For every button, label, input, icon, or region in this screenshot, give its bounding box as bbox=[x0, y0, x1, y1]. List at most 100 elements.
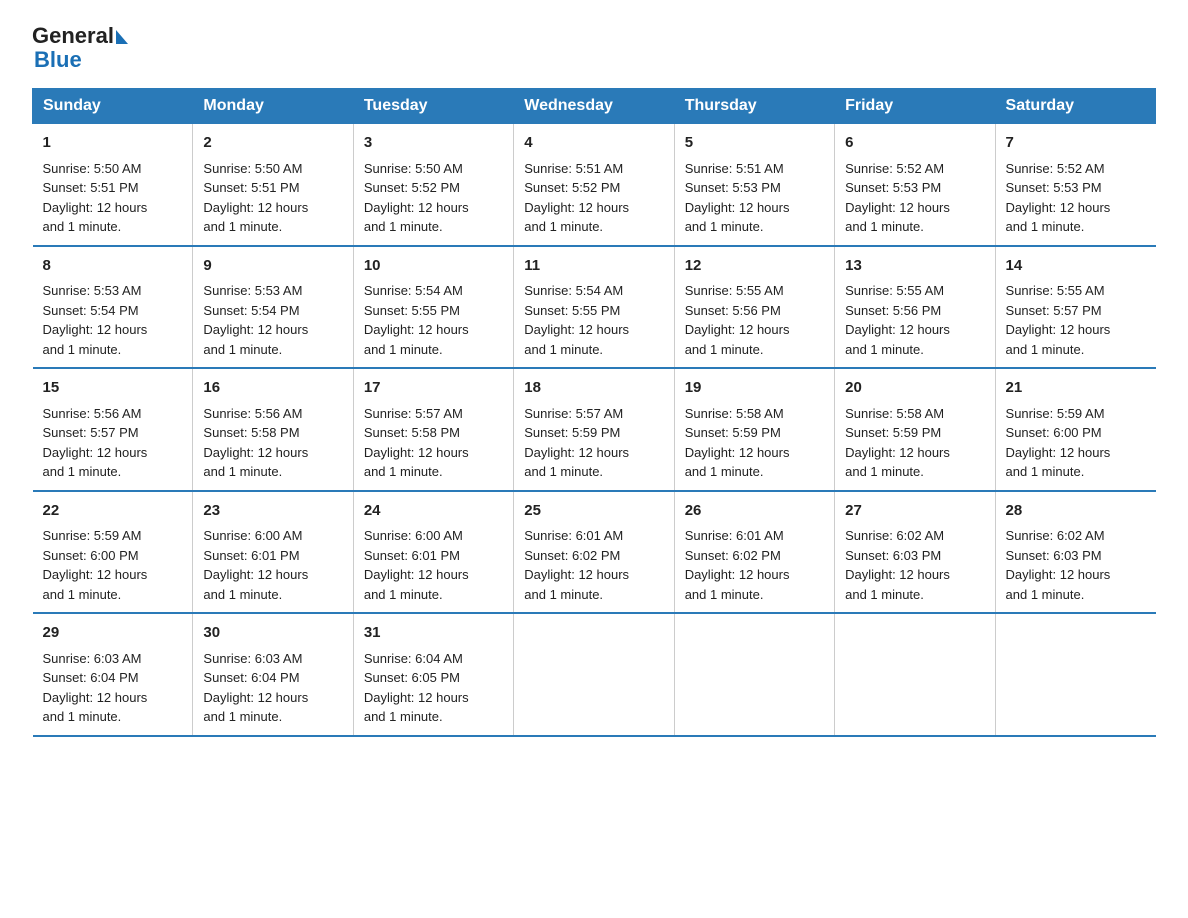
day-cell: 9Sunrise: 5:53 AMSunset: 5:54 PMDaylight… bbox=[193, 246, 353, 369]
day-info: Sunrise: 5:56 AMSunset: 5:58 PMDaylight:… bbox=[203, 406, 308, 480]
day-cell: 10Sunrise: 5:54 AMSunset: 5:55 PMDayligh… bbox=[353, 246, 513, 369]
header-day-monday: Monday bbox=[193, 89, 353, 124]
day-info: Sunrise: 5:54 AMSunset: 5:55 PMDaylight:… bbox=[524, 283, 629, 357]
day-info: Sunrise: 5:58 AMSunset: 5:59 PMDaylight:… bbox=[685, 406, 790, 480]
logo-triangle-icon bbox=[116, 30, 128, 44]
day-cell: 16Sunrise: 5:56 AMSunset: 5:58 PMDayligh… bbox=[193, 368, 353, 491]
day-cell: 23 Sunrise: 6:00 AMSunset: 6:01 PMDayligh… bbox=[193, 491, 353, 614]
day-number: 10 bbox=[364, 255, 503, 278]
day-info: Sunrise: 6:01 AMSunset: 6:02 PMDaylight:… bbox=[685, 528, 790, 602]
day-info: Sunrise: 5:58 AMSunset: 5:59 PMDaylight:… bbox=[845, 406, 950, 480]
day-cell: 6 Sunrise: 5:52 AMSunset: 5:53 PMDaylight… bbox=[835, 124, 995, 246]
day-number: 7 bbox=[1006, 132, 1146, 155]
day-number: 2 bbox=[203, 132, 342, 155]
calendar-header: SundayMondayTuesdayWednesdayThursdayFrid… bbox=[33, 89, 1156, 124]
header-day-saturday: Saturday bbox=[995, 89, 1155, 124]
day-info: Sunrise: 6:00 AMSunset: 6:01 PMDaylight:… bbox=[364, 528, 469, 602]
day-info: Sunrise: 5:59 AMSunset: 6:00 PMDaylight:… bbox=[43, 528, 148, 602]
logo: General Blue bbox=[32, 24, 128, 72]
day-cell: 19 Sunrise: 5:58 AMSunset: 5:59 PMDayligh… bbox=[674, 368, 834, 491]
day-cell: 8 Sunrise: 5:53 AMSunset: 5:54 PMDaylight… bbox=[33, 246, 193, 369]
day-info: Sunrise: 6:02 AMSunset: 6:03 PMDaylight:… bbox=[845, 528, 950, 602]
day-info: Sunrise: 6:02 AMSunset: 6:03 PMDaylight:… bbox=[1006, 528, 1111, 602]
day-number: 26 bbox=[685, 500, 824, 523]
day-cell: 22 Sunrise: 5:59 AMSunset: 6:00 PMDayligh… bbox=[33, 491, 193, 614]
day-info: Sunrise: 5:50 AMSunset: 5:51 PMDaylight:… bbox=[43, 161, 148, 235]
day-number: 31 bbox=[364, 622, 503, 645]
day-number: 14 bbox=[1006, 255, 1146, 278]
day-number: 18 bbox=[524, 377, 663, 400]
day-info: Sunrise: 6:04 AMSunset: 6:05 PMDaylight:… bbox=[364, 651, 469, 725]
day-number: 1 bbox=[43, 132, 183, 155]
day-cell: 18Sunrise: 5:57 AMSunset: 5:59 PMDayligh… bbox=[514, 368, 674, 491]
header-day-sunday: Sunday bbox=[33, 89, 193, 124]
day-info: Sunrise: 6:03 AMSunset: 6:04 PMDaylight:… bbox=[43, 651, 148, 725]
day-number: 9 bbox=[203, 255, 342, 278]
day-cell bbox=[674, 613, 834, 736]
day-number: 17 bbox=[364, 377, 503, 400]
day-number: 21 bbox=[1006, 377, 1146, 400]
day-info: Sunrise: 6:00 AMSunset: 6:01 PMDaylight:… bbox=[203, 528, 308, 602]
day-number: 12 bbox=[685, 255, 824, 278]
day-cell: 31 Sunrise: 6:04 AMSunset: 6:05 PMDayligh… bbox=[353, 613, 513, 736]
day-info: Sunrise: 5:55 AMSunset: 5:57 PMDaylight:… bbox=[1006, 283, 1111, 357]
logo-blue: Blue bbox=[34, 48, 128, 72]
day-cell: 28 Sunrise: 6:02 AMSunset: 6:03 PMDayligh… bbox=[995, 491, 1155, 614]
header-day-wednesday: Wednesday bbox=[514, 89, 674, 124]
day-info: Sunrise: 5:50 AMSunset: 5:52 PMDaylight:… bbox=[364, 161, 469, 235]
day-number: 5 bbox=[685, 132, 824, 155]
day-info: Sunrise: 5:57 AMSunset: 5:58 PMDaylight:… bbox=[364, 406, 469, 480]
day-number: 3 bbox=[364, 132, 503, 155]
day-cell: 21 Sunrise: 5:59 AMSunset: 6:00 PMDayligh… bbox=[995, 368, 1155, 491]
day-cell: 29 Sunrise: 6:03 AMSunset: 6:04 PMDayligh… bbox=[33, 613, 193, 736]
day-cell: 2 Sunrise: 5:50 AMSunset: 5:51 PMDaylight… bbox=[193, 124, 353, 246]
day-cell: 20Sunrise: 5:58 AMSunset: 5:59 PMDayligh… bbox=[835, 368, 995, 491]
day-number: 22 bbox=[43, 500, 183, 523]
day-cell: 27 Sunrise: 6:02 AMSunset: 6:03 PMDayligh… bbox=[835, 491, 995, 614]
day-number: 30 bbox=[203, 622, 342, 645]
day-info: Sunrise: 6:01 AMSunset: 6:02 PMDaylight:… bbox=[524, 528, 629, 602]
day-info: Sunrise: 5:59 AMSunset: 6:00 PMDaylight:… bbox=[1006, 406, 1111, 480]
day-info: Sunrise: 5:51 AMSunset: 5:52 PMDaylight:… bbox=[524, 161, 629, 235]
day-number: 28 bbox=[1006, 500, 1146, 523]
week-row-1: 1 Sunrise: 5:50 AMSunset: 5:51 PMDaylight… bbox=[33, 124, 1156, 246]
day-cell: 17 Sunrise: 5:57 AMSunset: 5:58 PMDayligh… bbox=[353, 368, 513, 491]
header-day-friday: Friday bbox=[835, 89, 995, 124]
day-cell: 30 Sunrise: 6:03 AMSunset: 6:04 PMDayligh… bbox=[193, 613, 353, 736]
week-row-4: 22 Sunrise: 5:59 AMSunset: 6:00 PMDayligh… bbox=[33, 491, 1156, 614]
day-cell: 25Sunrise: 6:01 AMSunset: 6:02 PMDayligh… bbox=[514, 491, 674, 614]
day-cell: 7 Sunrise: 5:52 AMSunset: 5:53 PMDaylight… bbox=[995, 124, 1155, 246]
day-info: Sunrise: 5:50 AMSunset: 5:51 PMDaylight:… bbox=[203, 161, 308, 235]
week-row-5: 29 Sunrise: 6:03 AMSunset: 6:04 PMDayligh… bbox=[33, 613, 1156, 736]
day-number: 29 bbox=[43, 622, 183, 645]
day-cell: 13 Sunrise: 5:55 AMSunset: 5:56 PMDayligh… bbox=[835, 246, 995, 369]
day-number: 19 bbox=[685, 377, 824, 400]
day-number: 23 bbox=[203, 500, 342, 523]
header-day-thursday: Thursday bbox=[674, 89, 834, 124]
day-number: 13 bbox=[845, 255, 984, 278]
day-number: 8 bbox=[43, 255, 183, 278]
day-number: 27 bbox=[845, 500, 984, 523]
day-info: Sunrise: 5:51 AMSunset: 5:53 PMDaylight:… bbox=[685, 161, 790, 235]
day-info: Sunrise: 6:03 AMSunset: 6:04 PMDaylight:… bbox=[203, 651, 308, 725]
calendar-body: 1 Sunrise: 5:50 AMSunset: 5:51 PMDaylight… bbox=[33, 124, 1156, 736]
day-cell bbox=[995, 613, 1155, 736]
week-row-3: 15Sunrise: 5:56 AMSunset: 5:57 PMDayligh… bbox=[33, 368, 1156, 491]
day-info: Sunrise: 5:55 AMSunset: 5:56 PMDaylight:… bbox=[845, 283, 950, 357]
day-number: 4 bbox=[524, 132, 663, 155]
day-info: Sunrise: 5:52 AMSunset: 5:53 PMDaylight:… bbox=[1006, 161, 1111, 235]
day-cell: 14 Sunrise: 5:55 AMSunset: 5:57 PMDayligh… bbox=[995, 246, 1155, 369]
day-cell: 1 Sunrise: 5:50 AMSunset: 5:51 PMDaylight… bbox=[33, 124, 193, 246]
day-number: 15 bbox=[43, 377, 183, 400]
day-number: 6 bbox=[845, 132, 984, 155]
calendar-table: SundayMondayTuesdayWednesdayThursdayFrid… bbox=[32, 88, 1156, 737]
day-cell: 15Sunrise: 5:56 AMSunset: 5:57 PMDayligh… bbox=[33, 368, 193, 491]
day-cell: 24Sunrise: 6:00 AMSunset: 6:01 PMDayligh… bbox=[353, 491, 513, 614]
day-cell: 4 Sunrise: 5:51 AMSunset: 5:52 PMDaylight… bbox=[514, 124, 674, 246]
day-cell: 3 Sunrise: 5:50 AMSunset: 5:52 PMDaylight… bbox=[353, 124, 513, 246]
day-info: Sunrise: 5:55 AMSunset: 5:56 PMDaylight:… bbox=[685, 283, 790, 357]
week-row-2: 8 Sunrise: 5:53 AMSunset: 5:54 PMDaylight… bbox=[33, 246, 1156, 369]
day-info: Sunrise: 5:52 AMSunset: 5:53 PMDaylight:… bbox=[845, 161, 950, 235]
day-info: Sunrise: 5:53 AMSunset: 5:54 PMDaylight:… bbox=[43, 283, 148, 357]
logo-general: General bbox=[32, 24, 114, 48]
